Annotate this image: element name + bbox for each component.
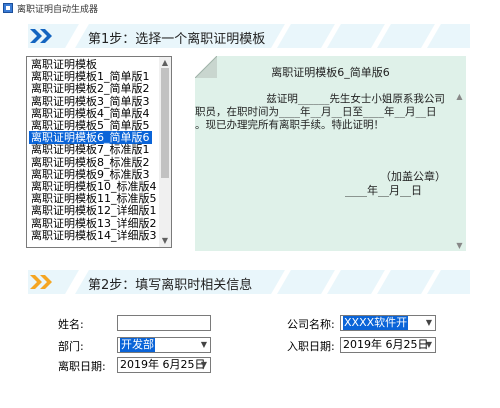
leave-date-label: 离职日期: (58, 360, 106, 373)
name-input[interactable] (117, 315, 211, 331)
company-label: 公司名称: (287, 318, 335, 331)
scroll-thumb[interactable] (161, 68, 169, 178)
double-chevron-icon (30, 29, 52, 43)
step2-banner: 第2步：填写离职时相关信息 (28, 270, 470, 294)
scroll-down-icon[interactable]: ▼ (161, 237, 169, 245)
step1-label: 第1步：选择一个离职证明模板 (88, 32, 266, 47)
banner-stripe (421, 24, 441, 48)
double-chevron-icon (30, 275, 52, 289)
list-scrollbar[interactable]: ▲ ▼ (159, 57, 171, 247)
list-item[interactable]: 离职证明模板12_详细版1 (29, 204, 159, 217)
banner-stripe (271, 270, 291, 294)
banner-stripe (371, 24, 391, 48)
list-item[interactable]: 离职证明模板13_详细版2 (29, 217, 159, 230)
chevron-down-icon[interactable]: ▼ (424, 338, 434, 352)
scroll-down-icon[interactable]: ▼ (455, 241, 464, 250)
list-item[interactable]: 离职证明模板4_简单版4 (29, 107, 152, 120)
banner-stripe (321, 270, 341, 294)
list-item[interactable]: 离职证明模板9_标准版3 (29, 168, 152, 181)
template-list[interactable]: ▲ ▼ 离职证明模板 离职证明模板1_简单版1 离职证明模板2_简单版2 离职证明模板… (26, 56, 172, 248)
banner-divider (65, 270, 89, 294)
preview-scrollbar[interactable]: ▲ ▼ (455, 92, 464, 250)
leave-date-value: 2019年 6月25日 (120, 358, 206, 371)
chevron-down-icon[interactable]: ▼ (199, 338, 209, 352)
preview-title: 离职证明模板6_简单版6 (271, 66, 390, 79)
list-item[interactable]: 离职证明模板2_简单版2 (29, 82, 152, 95)
chevron-down-icon[interactable]: ▼ (424, 316, 434, 330)
scroll-up-icon[interactable]: ▲ (455, 92, 464, 101)
preview-line: 职员，在职时间为____年__月__日至____年__月__日 (195, 106, 437, 118)
preview-body: 兹证明______先生女士小姐原系我公司 职员，在职时间为____年__月__日至… (195, 93, 453, 132)
hire-date-label: 入职日期: (287, 340, 335, 353)
list-item[interactable]: 离职证明模板8_标准版2 (29, 156, 152, 169)
chevron-down-icon[interactable]: ▼ (199, 358, 209, 372)
company-value: XXXX软件开 (343, 316, 409, 330)
list-item[interactable]: 离职证明模板7_标准版1 (29, 143, 152, 156)
step1-banner: 第1步：选择一个离职证明模板 (28, 24, 470, 48)
name-label: 姓名: (58, 318, 84, 331)
banner-stripe (421, 270, 441, 294)
window-title: 离职证明自动生成器 (17, 5, 99, 15)
step2-label: 第2步：填写离职时相关信息 (88, 278, 253, 293)
scroll-up-icon[interactable]: ▲ (161, 59, 169, 67)
hire-date-value: 2019年 6月25日 (343, 338, 429, 351)
banner-stripe (371, 270, 391, 294)
list-item[interactable]: 离职证明模板3_简单版3 (29, 95, 152, 108)
banner-divider (65, 24, 89, 48)
preview-line: 。现已办理完所有离职手续。特此证明！ (195, 119, 384, 131)
banner-stripe (321, 24, 341, 48)
title-bar: 离职证明自动生成器 (0, 0, 500, 16)
preview-date-text: ____年__月__日 (345, 184, 422, 197)
department-combo[interactable]: 开发部 ▼ (117, 337, 211, 353)
template-preview: 离职证明模板6_简单版6 兹证明______先生女士小姐原系我公司 职员，在职时间… (195, 56, 466, 251)
company-combo[interactable]: XXXX软件开 ▼ (340, 315, 436, 331)
department-label: 部门: (58, 340, 84, 353)
department-value: 开发部 (120, 338, 155, 352)
preview-line: 兹证明______先生女士小姐原系我公司 (253, 93, 445, 105)
hire-date-picker[interactable]: 2019年 6月25日 ▼ (340, 337, 436, 353)
banner-stripe (271, 24, 291, 48)
leave-date-picker[interactable]: 2019年 6月25日 ▼ (117, 357, 211, 373)
app-icon (3, 3, 13, 13)
list-item[interactable]: 离职证明模板14_详细版3 (29, 229, 159, 242)
